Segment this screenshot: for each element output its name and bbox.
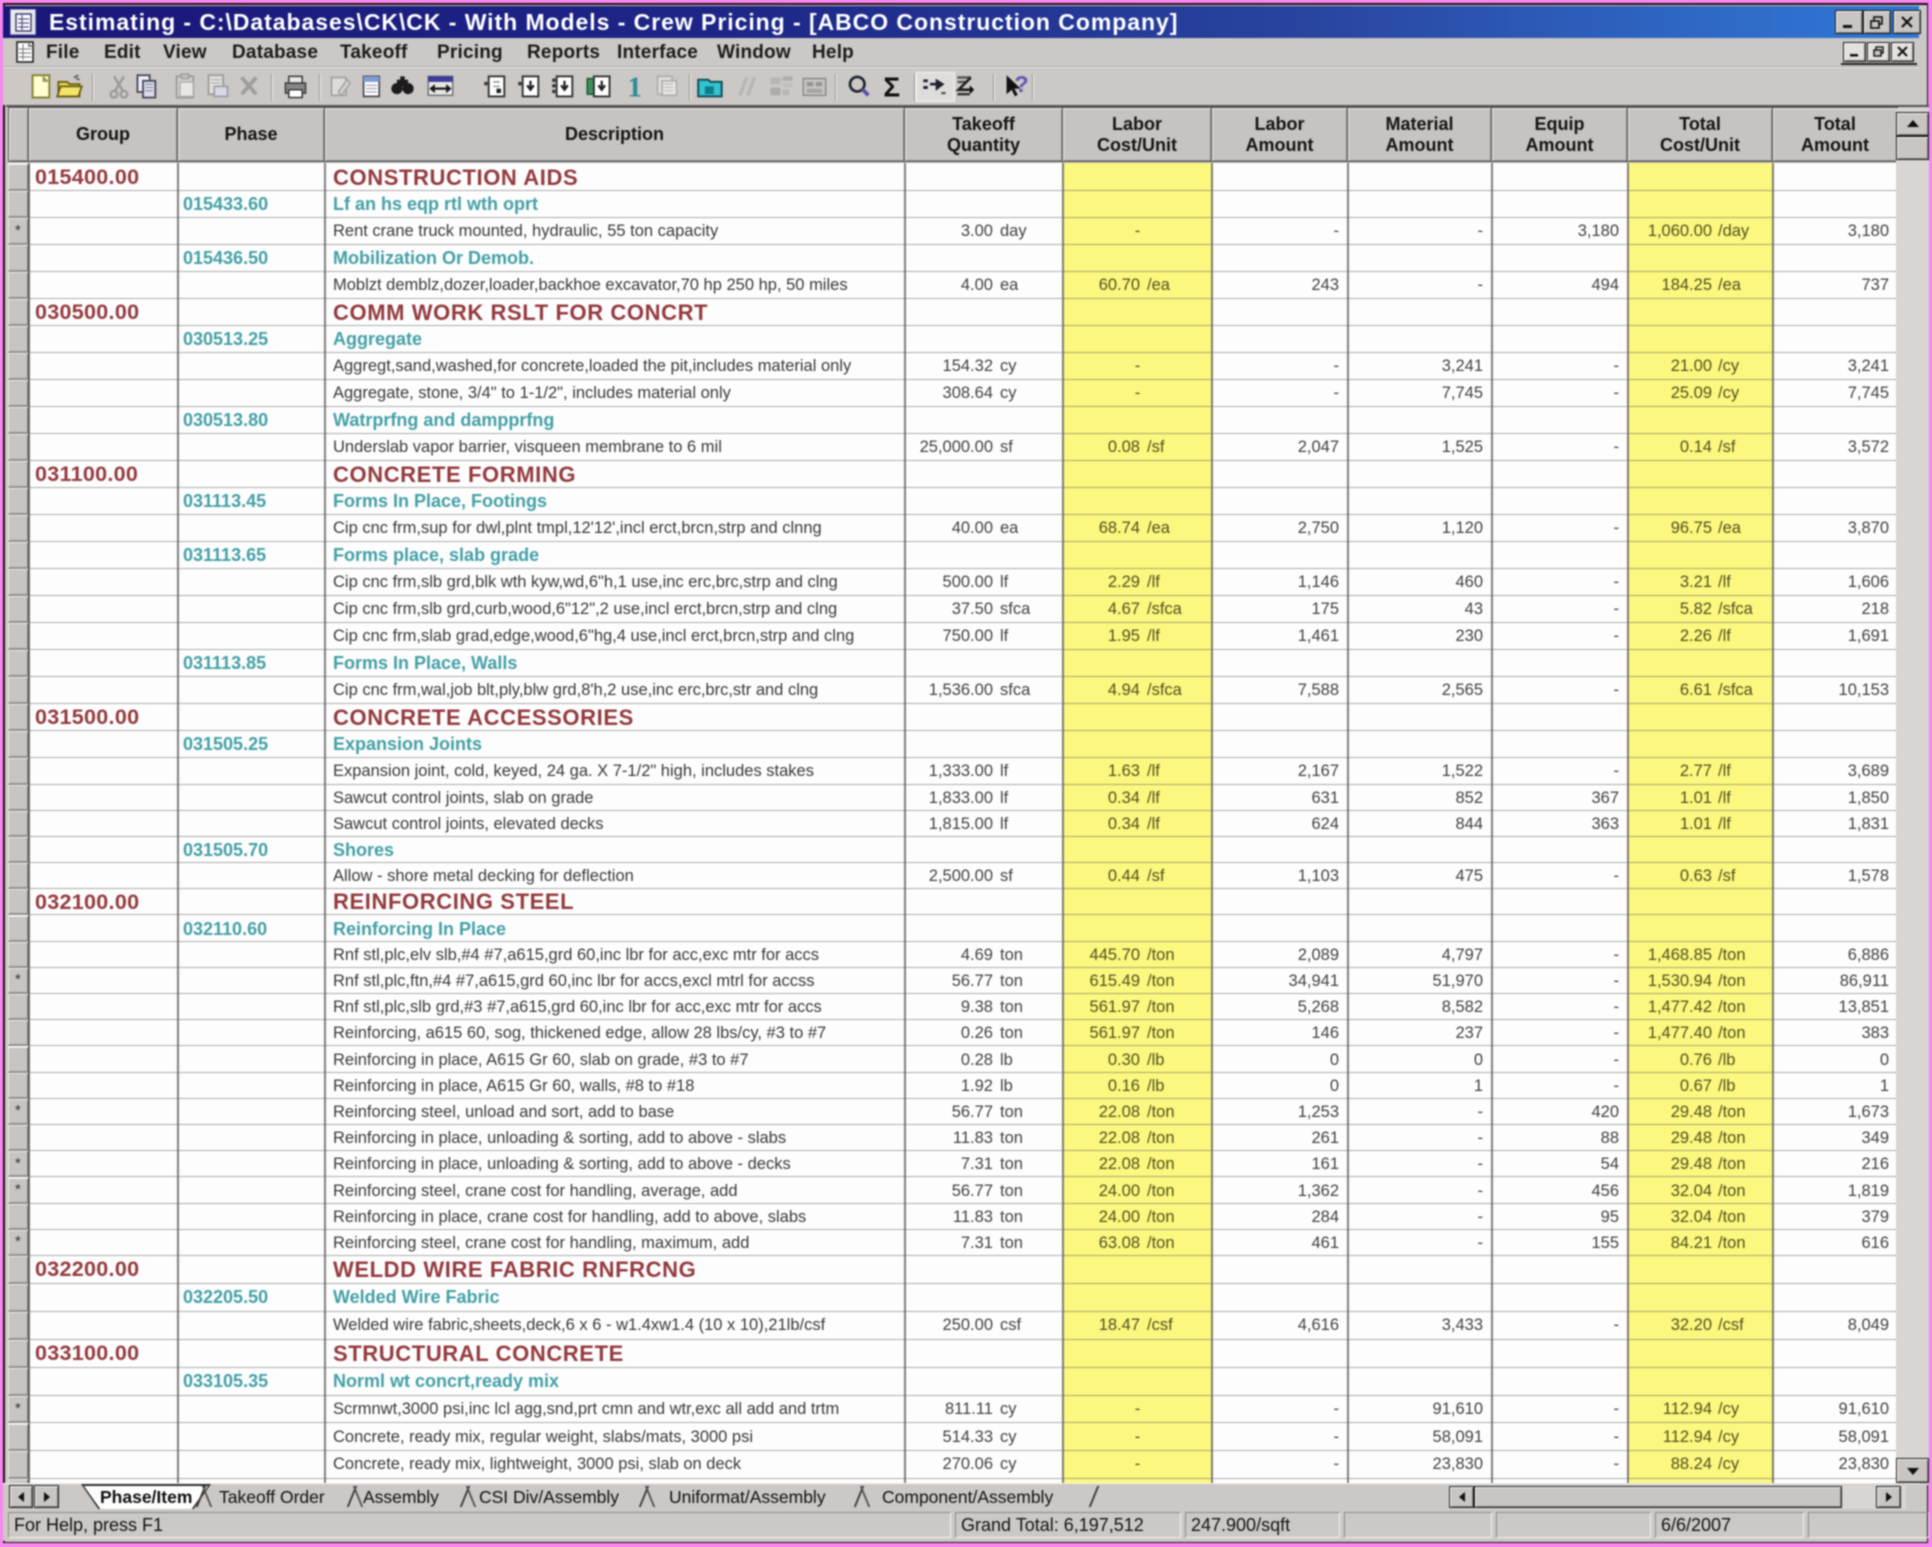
svg-text:1: 1 [627,73,642,102]
svg-text:Σ: Σ [883,73,900,102]
svg-text:?: ? [1014,73,1028,97]
